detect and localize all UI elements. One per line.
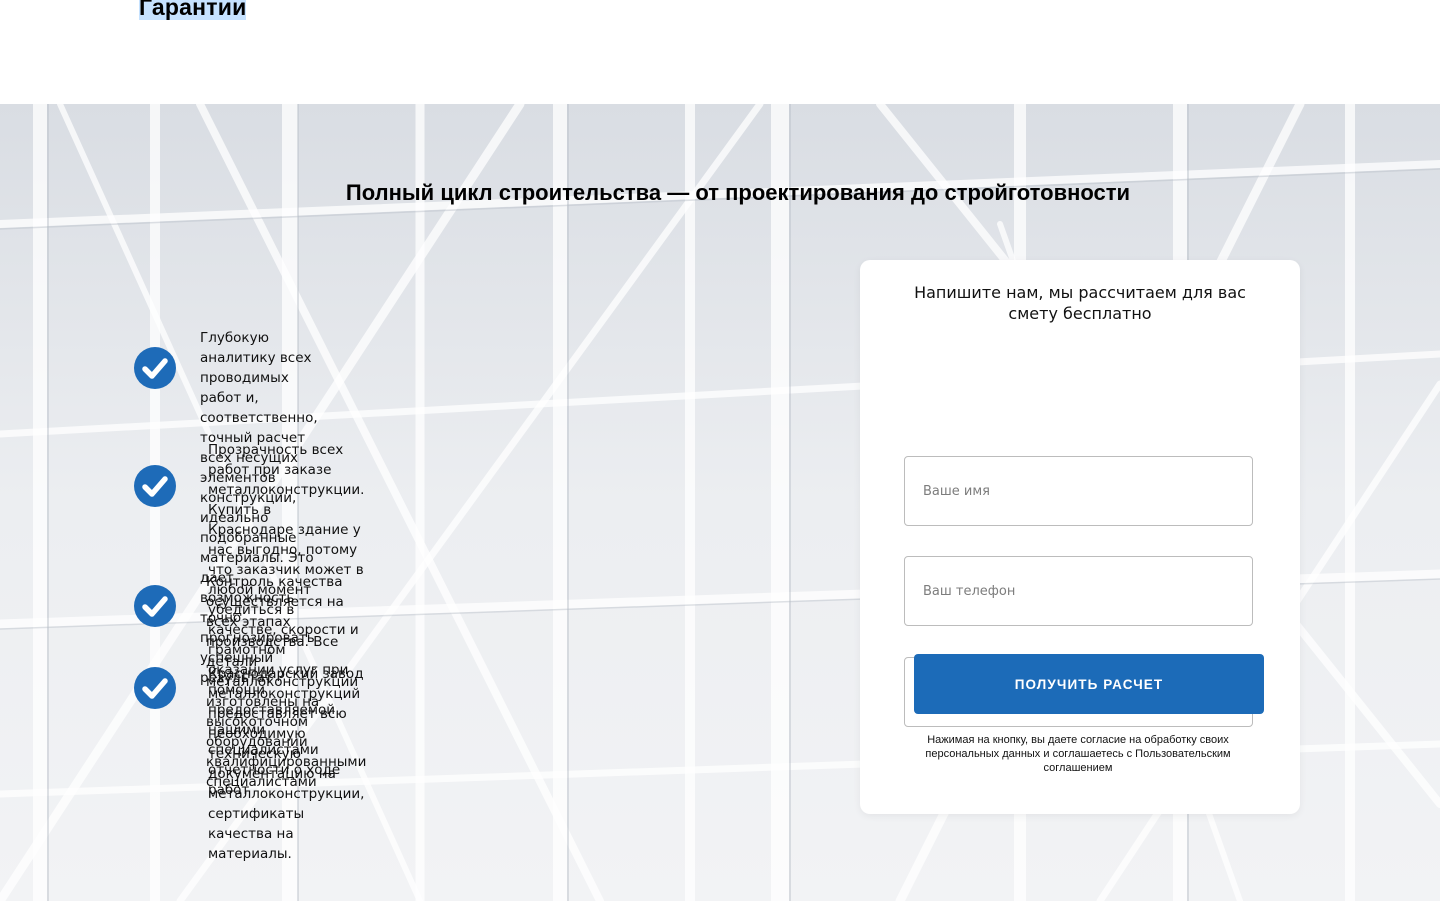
section-heading: Гарантии xyxy=(139,0,247,22)
feature-text: Краснодарский завод металлоконструкций п… xyxy=(208,666,365,862)
check-circle-icon xyxy=(134,465,176,507)
page: Гарантии Полный цикл строительства — от … xyxy=(0,0,1440,901)
consent-text: Нажимая на кнопку, вы даете согласие на … xyxy=(925,734,1231,774)
name-input[interactable] xyxy=(904,456,1253,526)
check-circle-icon xyxy=(134,347,176,389)
hero-section: Полный цикл строительства — от проектиро… xyxy=(0,104,1440,901)
form-title: Напишите нам, мы рассчитаем для вас смет… xyxy=(914,283,1246,323)
estimate-form-card: Напишите нам, мы рассчитаем для вас смет… xyxy=(860,260,1300,814)
hero-title: Полный цикл строительства — от проектиро… xyxy=(345,180,1131,205)
check-circle-icon xyxy=(134,585,176,627)
get-estimate-button[interactable]: ПОЛУЧИТЬ РАСЧЕТ xyxy=(914,654,1264,714)
phone-input[interactable] xyxy=(904,556,1253,626)
check-circle-icon xyxy=(134,667,176,709)
